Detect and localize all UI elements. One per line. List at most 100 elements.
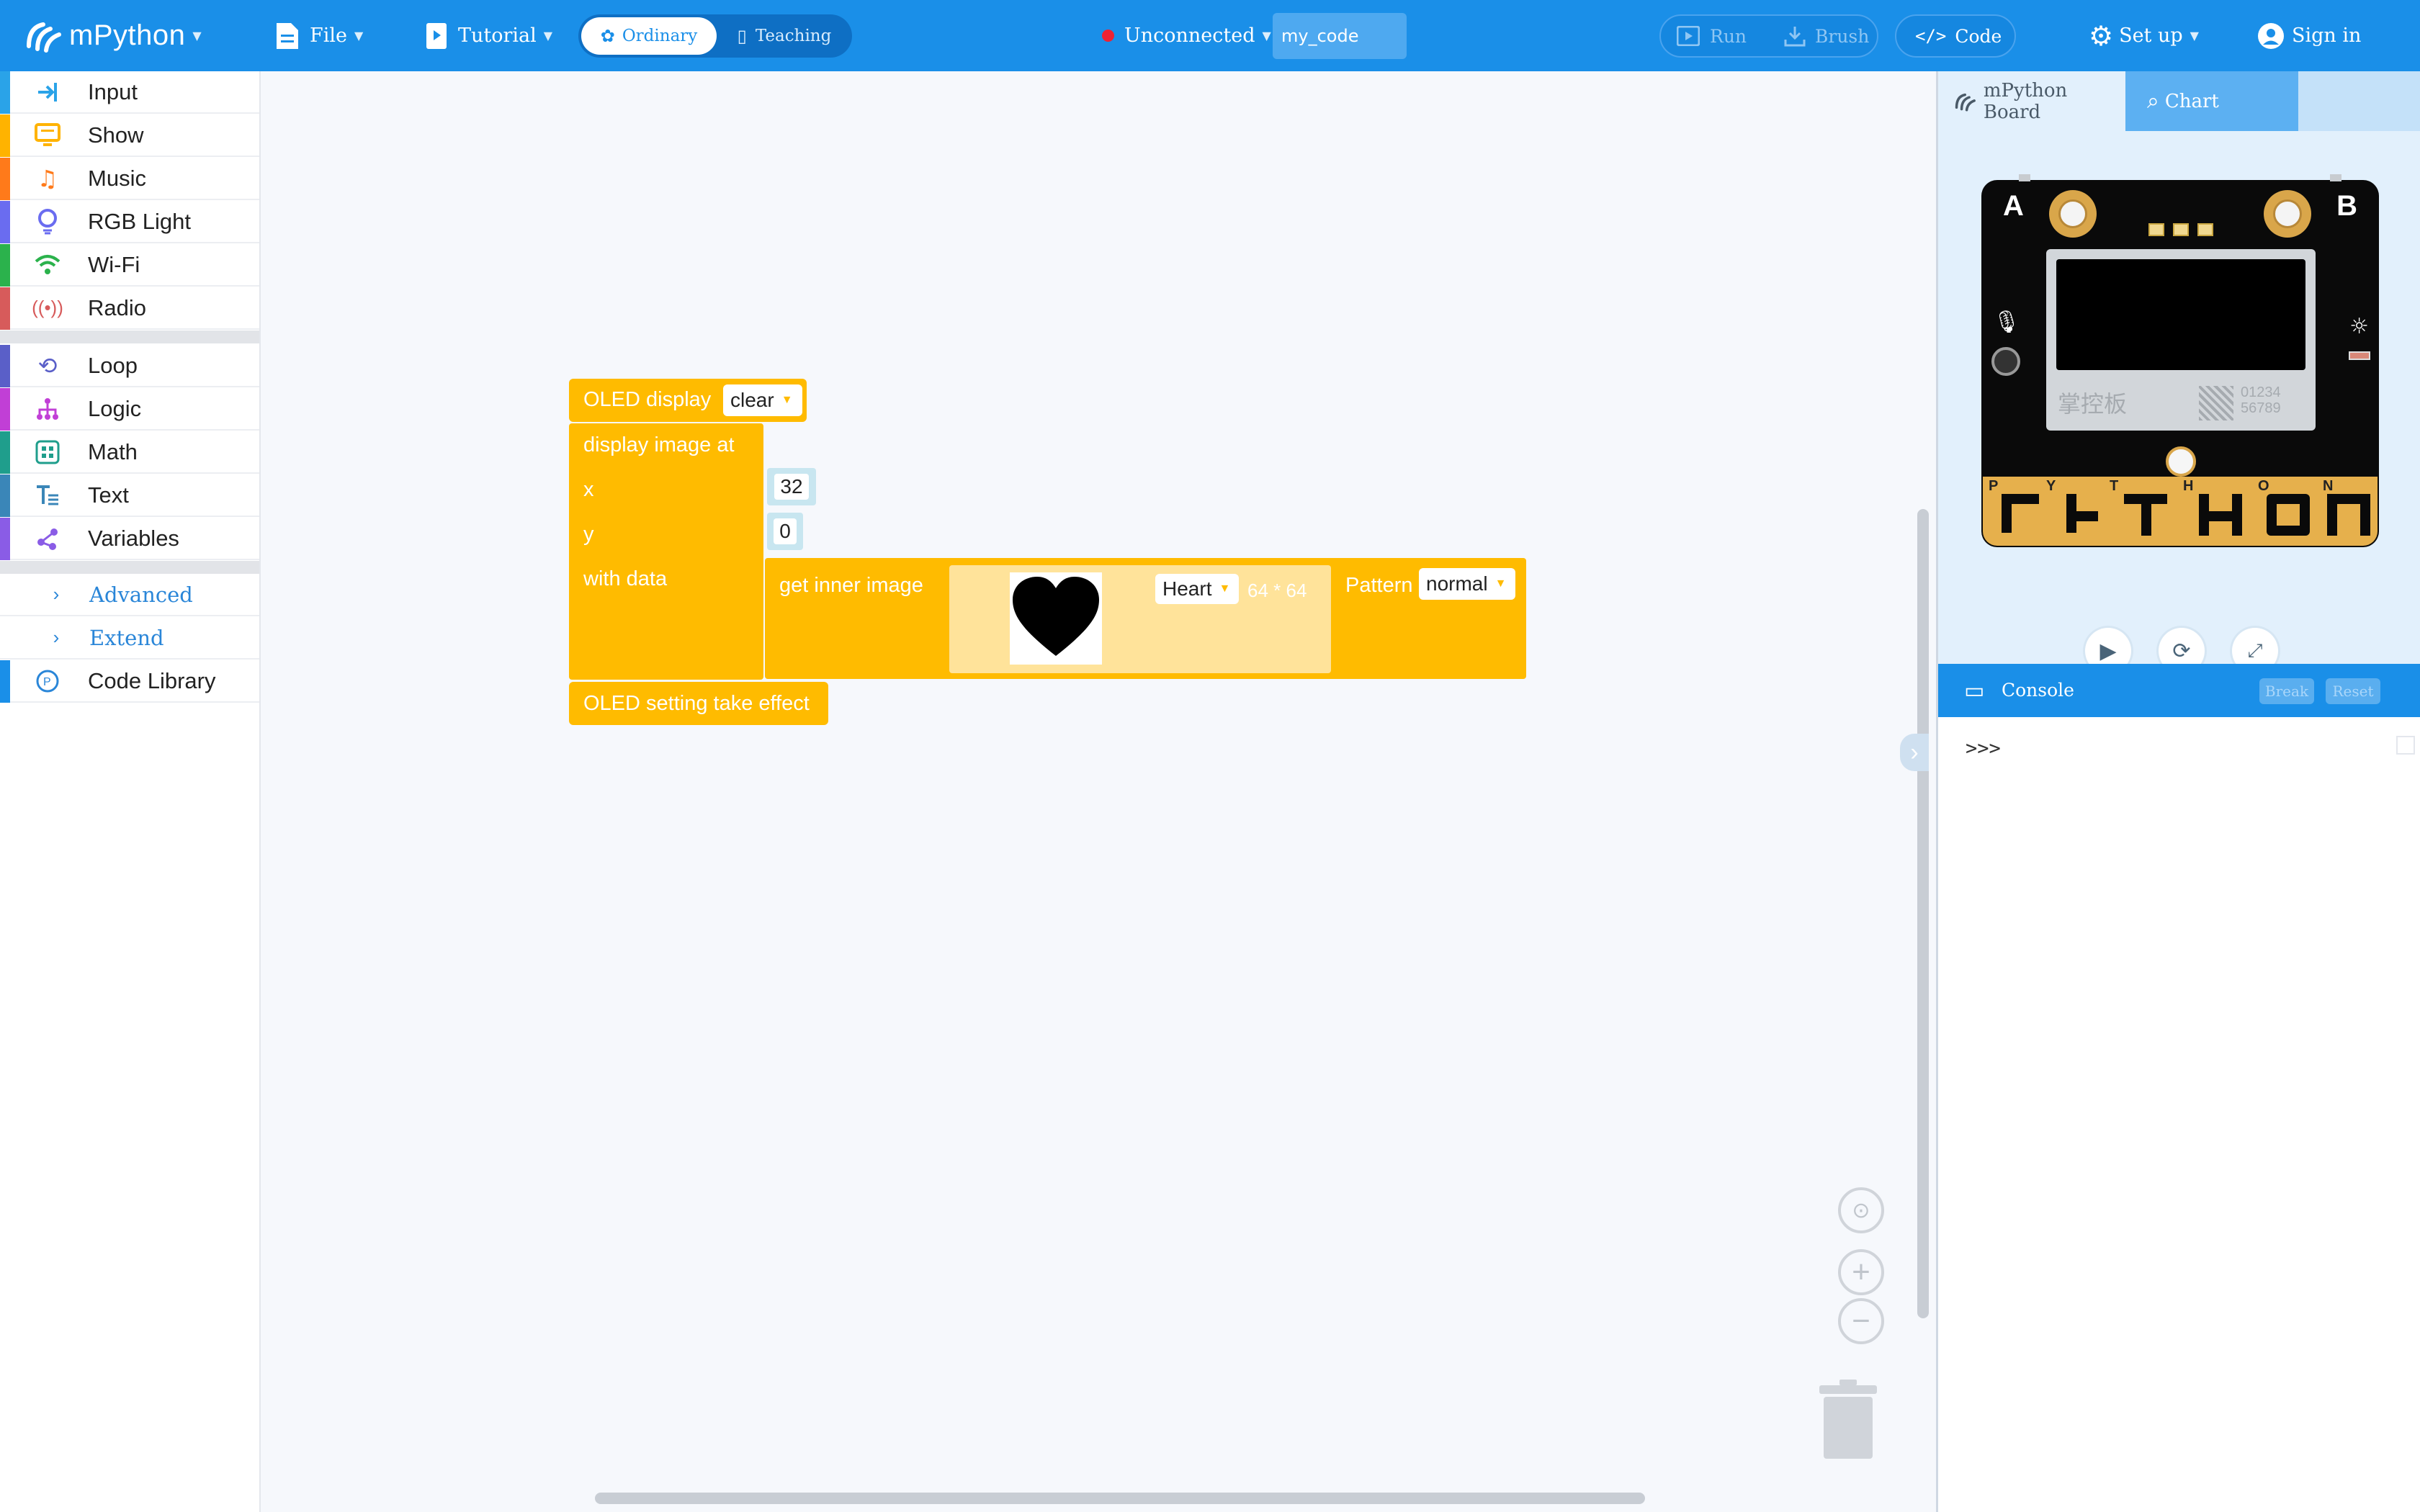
run-label: Run	[1710, 25, 1747, 47]
python-pads-shape	[2002, 494, 2370, 536]
zoom-in-icon[interactable]: +	[1838, 1249, 1884, 1295]
category-advanced[interactable]: › Advanced	[0, 574, 259, 616]
chevron-right-icon: ›	[53, 583, 60, 605]
category-label: Code Library	[88, 667, 216, 693]
category-label: Variables	[88, 525, 179, 551]
category-radio[interactable]: ((•)) Radio	[0, 287, 259, 330]
mode-teaching-label: Teaching	[755, 27, 832, 45]
image-size-label: 64 * 64	[1247, 580, 1307, 601]
break-button[interactable]: Break	[2259, 678, 2314, 704]
category-text[interactable]: Text	[0, 474, 259, 517]
code-button[interactable]: </> Code	[1895, 14, 2016, 58]
y-number-input[interactable]: 0	[767, 513, 803, 550]
tutorial-menu[interactable]: Tutorial ▼	[425, 0, 552, 71]
category-extend[interactable]: › Extend	[0, 617, 259, 660]
horizontal-scrollbar[interactable]	[595, 1493, 1645, 1504]
dropdown-value: Heart	[1162, 577, 1212, 600]
block-label: display image at	[583, 433, 735, 456]
trash-icon[interactable]	[1818, 1378, 1878, 1460]
tutorial-menu-label: Tutorial	[458, 24, 537, 47]
recenter-icon[interactable]: ⊙	[1838, 1187, 1884, 1233]
category-input[interactable]: Input	[0, 71, 259, 114]
image-picker-field[interactable]: Heart ▼ 64 * 64	[949, 565, 1331, 673]
category-logic[interactable]: Logic	[0, 388, 259, 431]
block-label: with data	[583, 567, 668, 590]
rgb-led	[2148, 223, 2164, 236]
oled-screen	[2056, 259, 2305, 370]
chevron-right-icon: ›	[1910, 738, 1919, 766]
code-button-inner: </> Code	[1915, 16, 2002, 56]
mpython-logo-icon	[27, 22, 61, 53]
category-label: Radio	[88, 294, 146, 320]
music-note-icon: ♫	[37, 164, 58, 192]
category-color-bar	[0, 660, 10, 703]
category-label: Logic	[88, 395, 142, 421]
category-separator	[0, 330, 259, 343]
collapse-panel-button[interactable]: ›	[1900, 734, 1929, 771]
category-loop[interactable]: ⟲ Loop	[0, 345, 259, 387]
mode-teaching-button[interactable]: ▯ Teaching	[720, 17, 849, 55]
console-scroll-handle[interactable]	[2396, 736, 2415, 755]
category-show[interactable]: Show	[0, 114, 259, 157]
brush-label: Brush	[1815, 25, 1870, 47]
lightbulb-icon	[33, 207, 62, 236]
reset-button[interactable]: Reset	[2326, 678, 2380, 704]
connection-status-label: Unconnected	[1124, 24, 1255, 47]
category-math[interactable]: Math	[0, 431, 259, 474]
variables-icon	[33, 524, 62, 553]
file-menu[interactable]: File ▼	[275, 0, 363, 71]
block-label: y	[583, 523, 594, 546]
pattern-dropdown[interactable]: normal ▼	[1419, 568, 1515, 600]
filename-input[interactable]: my_code	[1273, 13, 1407, 59]
button-b[interactable]	[2264, 190, 2311, 238]
top-bar: mPython ▼ File ▼ Tutorial ▼ ✿ Ordinary ▯…	[0, 0, 2420, 71]
sign-in-button[interactable]: Sign in	[2257, 0, 2361, 71]
simulator-panel: mPython Board ⌕ Chart A B 掌控板 01234 5678…	[1936, 71, 2420, 1512]
category-label: Math	[88, 438, 138, 464]
book-open-icon: ▯	[737, 26, 747, 46]
display-image-block[interactable]: display image at x y with data	[569, 423, 763, 680]
category-label: Show	[88, 122, 144, 148]
oled-take-effect-block[interactable]: OLED setting take effect	[569, 682, 828, 725]
file-icon	[277, 22, 298, 49]
pin-label: P	[1989, 478, 1999, 494]
category-wifi[interactable]: Wi-Fi	[0, 244, 259, 287]
vertical-scrollbar[interactable]	[1917, 509, 1929, 1318]
zoom-out-icon[interactable]: −	[1838, 1298, 1884, 1344]
connection-status[interactable]: Unconnected ▼	[1102, 0, 1271, 71]
category-variables[interactable]: Variables	[0, 518, 259, 560]
touch-pad[interactable]	[2166, 446, 2196, 477]
board-serial-line: 56789	[2241, 400, 2281, 416]
gear-icon: ⚙	[2089, 19, 2114, 52]
mode-ordinary-button[interactable]: ✿ Ordinary	[581, 17, 717, 55]
tab-label: Chart	[2164, 90, 2219, 112]
brush-button[interactable]: Brush	[1783, 16, 1869, 56]
tab-label: mPython Board	[1983, 79, 2068, 123]
block-label: OLED display	[583, 388, 712, 411]
brand-logo[interactable]: mPython ▼	[24, 0, 202, 71]
category-code-library[interactable]: P Code Library	[0, 660, 259, 703]
get-inner-image-block[interactable]: get inner image Heart ▼ 64 * 64 Pattern …	[765, 558, 1526, 679]
category-rgb-light[interactable]: RGB Light	[0, 201, 259, 243]
blocks-workspace[interactable]: OLED display clear ▼ display image at x …	[261, 71, 1936, 1512]
category-label: RGB Light	[88, 208, 192, 234]
oled-clear-dropdown[interactable]: clear ▼	[723, 384, 802, 416]
board-tab	[2330, 174, 2341, 181]
x-number-input[interactable]: 32	[767, 468, 816, 505]
chevron-down-icon: ▼	[354, 29, 364, 42]
category-music[interactable]: ♫ Music	[0, 158, 259, 200]
image-name-dropdown[interactable]: Heart ▼	[1155, 574, 1239, 604]
console-output[interactable]: >>>	[1938, 717, 2420, 1512]
tab-mpython-board[interactable]: mPython Board	[1938, 71, 2125, 131]
mode-toggle[interactable]: ✿ Ordinary ▯ Teaching	[578, 14, 852, 58]
oled-module: 掌控板 01234 56789	[2046, 249, 2316, 431]
tab-chart[interactable]: ⌕ Chart	[2125, 71, 2298, 131]
setup-menu[interactable]: ⚙ Set up ▼	[2089, 0, 2199, 71]
number-value: 32	[774, 474, 809, 500]
expand-icon: ⤢	[2247, 639, 2263, 662]
oled-clear-block[interactable]: OLED display clear ▼	[569, 379, 807, 422]
category-label: Music	[88, 165, 146, 191]
code-label: Code	[1955, 25, 2002, 47]
button-a[interactable]	[2049, 190, 2097, 238]
run-button[interactable]: Run	[1677, 16, 1747, 56]
